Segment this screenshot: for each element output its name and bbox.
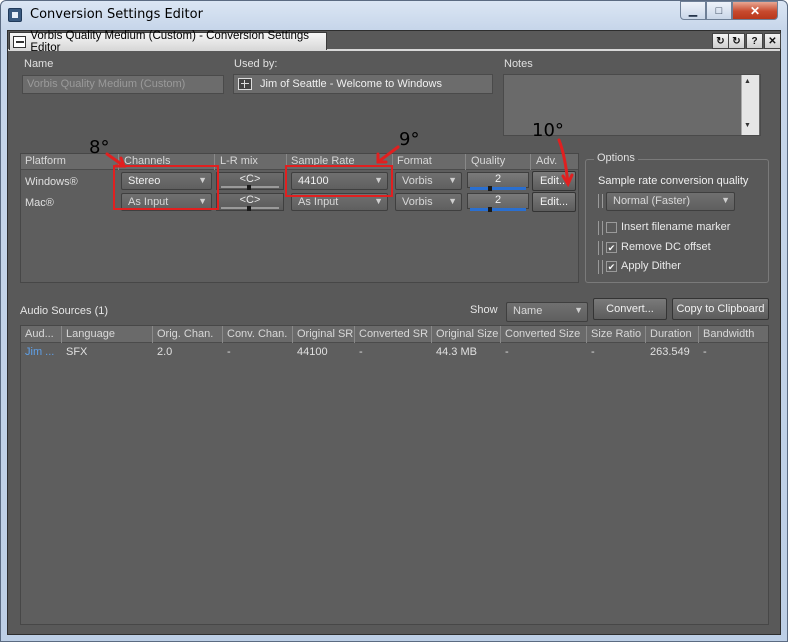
annotation-arrows bbox=[105, 138, 574, 188]
arrow-9 bbox=[376, 145, 400, 164]
arrow-group bbox=[105, 138, 574, 188]
